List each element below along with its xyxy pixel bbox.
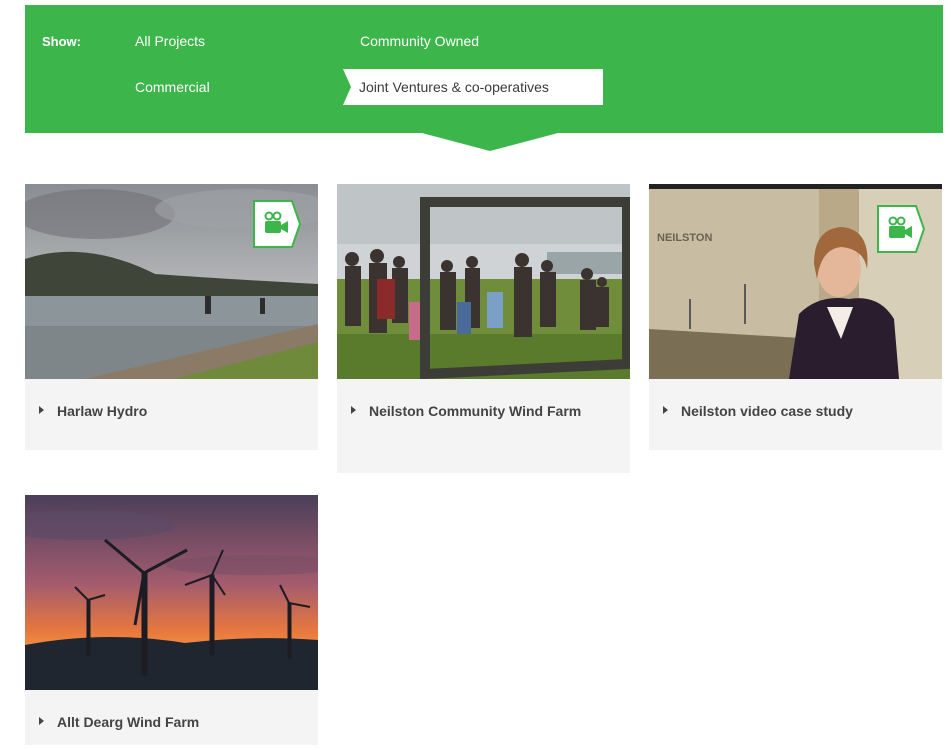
project-card-neilston-video[interactable]: NEILSTON Neilston video case study bbox=[649, 184, 942, 450]
project-card-caption: Allt Dearg Wind Farm bbox=[25, 690, 318, 750]
caret-right-icon bbox=[39, 717, 44, 725]
show-label: Show: bbox=[42, 34, 81, 49]
project-image-allt-dearg bbox=[25, 495, 318, 690]
project-card-neilston-wind-farm[interactable]: Neilston Community Wind Farm bbox=[337, 184, 630, 473]
caret-right-icon bbox=[663, 406, 668, 414]
project-image-neilston bbox=[337, 184, 630, 379]
project-card-allt-dearg[interactable]: Allt Dearg Wind Farm bbox=[25, 495, 318, 745]
caret-right-icon bbox=[351, 406, 356, 414]
project-title[interactable]: Allt Dearg Wind Farm bbox=[57, 714, 199, 730]
project-card-caption: Harlaw Hydro bbox=[25, 379, 318, 439]
sign-text: NEILSTON bbox=[657, 232, 712, 244]
project-title[interactable]: Neilston Community Wind Farm bbox=[369, 403, 581, 419]
project-filter-bar: Show: All Projects Community Owned Comme… bbox=[25, 5, 943, 133]
caret-right-icon bbox=[39, 406, 44, 414]
filter-community-owned[interactable]: Community Owned bbox=[360, 33, 479, 49]
project-image-video: NEILSTON bbox=[649, 184, 942, 379]
project-card-caption: Neilston video case study bbox=[649, 379, 942, 439]
project-card-caption: Neilston Community Wind Farm bbox=[337, 379, 630, 439]
filter-commercial[interactable]: Commercial bbox=[135, 79, 210, 95]
project-card-harlaw-hydro[interactable]: Harlaw Hydro bbox=[25, 184, 318, 450]
filter-joint-ventures[interactable]: Joint Ventures & co-operatives bbox=[343, 69, 603, 105]
project-image-harlaw bbox=[25, 184, 318, 379]
project-title[interactable]: Neilston video case study bbox=[681, 403, 853, 419]
filter-all-projects[interactable]: All Projects bbox=[135, 33, 205, 49]
video-camera-icon bbox=[252, 199, 302, 249]
video-camera-icon bbox=[876, 204, 926, 254]
project-title[interactable]: Harlaw Hydro bbox=[57, 403, 147, 419]
filter-pointer bbox=[422, 133, 558, 151]
